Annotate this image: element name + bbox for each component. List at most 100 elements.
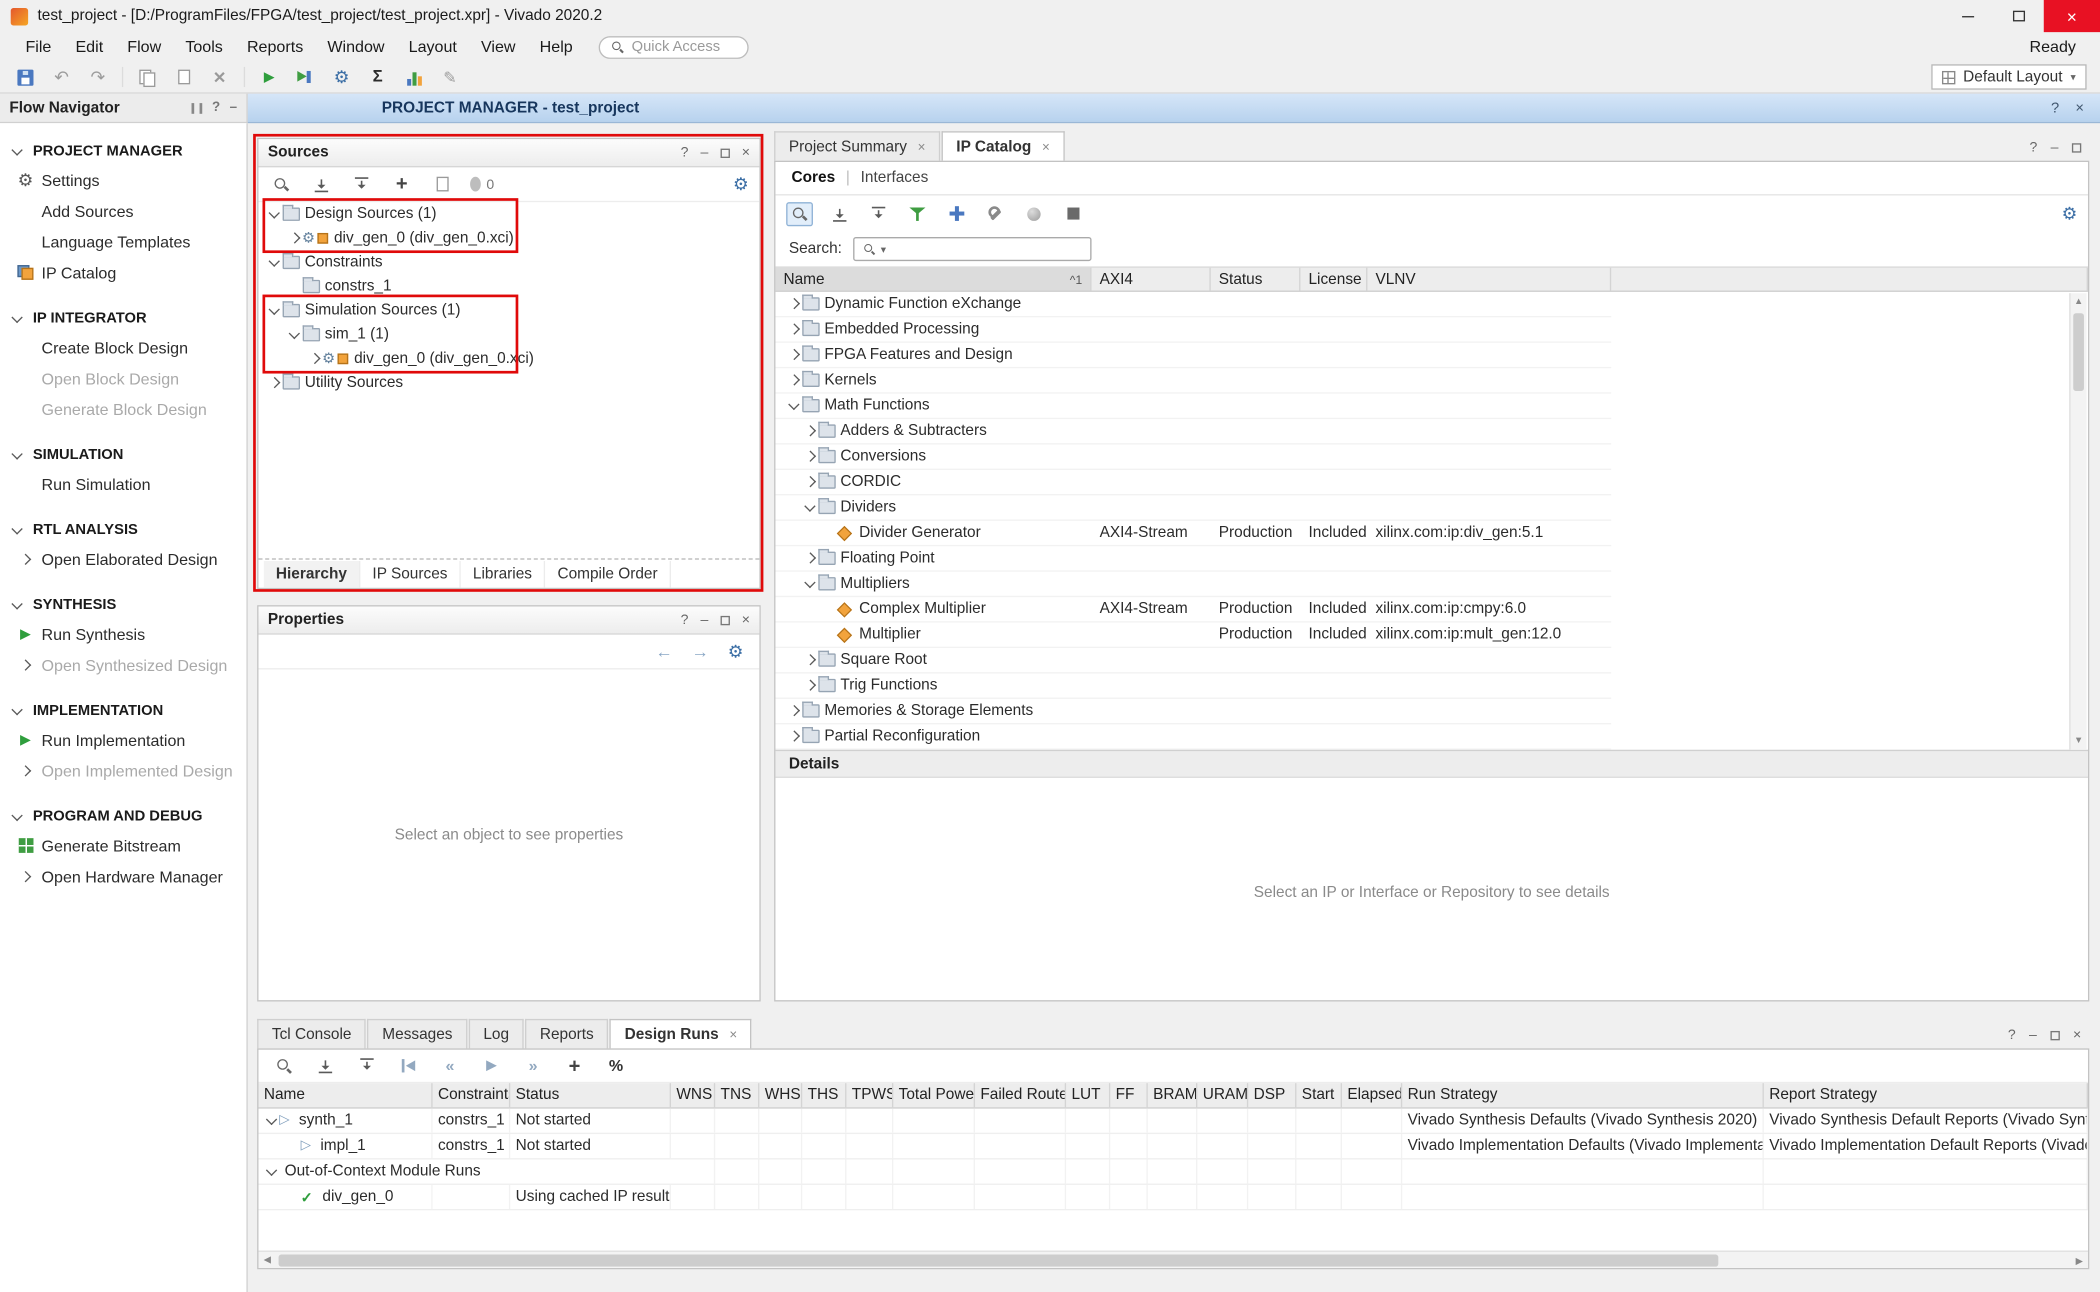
column-header-constraints[interactable]: Constraints bbox=[433, 1083, 511, 1107]
chevron-down-icon[interactable] bbox=[12, 704, 22, 714]
chevron-right-icon[interactable] bbox=[789, 706, 799, 716]
chevron-right-icon[interactable] bbox=[805, 451, 815, 461]
chevron-down-icon[interactable] bbox=[12, 523, 22, 533]
menu-file[interactable]: File bbox=[13, 32, 63, 61]
source-tree-item-div-gen-0[interactable]: ⚙div_gen_0 (div_gen_0.xci) bbox=[258, 347, 759, 371]
message-filter-button[interactable]: 0 bbox=[470, 172, 494, 196]
close-icon[interactable]: × bbox=[729, 1028, 737, 1043]
chevron-right-icon[interactable] bbox=[20, 871, 30, 881]
chevron-right-icon[interactable] bbox=[20, 660, 30, 670]
properties-doc-button[interactable] bbox=[430, 172, 454, 196]
design-run-row-synth-1[interactable]: ▷synth_1constrs_1Not startedVivado Synth… bbox=[258, 1109, 2087, 1134]
chevron-down-icon[interactable] bbox=[12, 598, 22, 608]
chevron-right-icon[interactable] bbox=[789, 299, 799, 309]
chevron-right-icon[interactable] bbox=[20, 554, 30, 564]
toggle-percentage-button[interactable]: % bbox=[604, 1054, 628, 1078]
chevron-down-icon[interactable] bbox=[269, 304, 279, 314]
bottom-tab-messages[interactable]: Messages bbox=[368, 1019, 468, 1050]
scroll-down-button[interactable]: ▼ bbox=[2071, 732, 2087, 749]
flow-item-add-sources[interactable]: Add Sources bbox=[0, 195, 246, 226]
column-header-tpws[interactable]: TPWS bbox=[846, 1083, 893, 1107]
expand-all-button[interactable] bbox=[350, 172, 374, 196]
menu-reports[interactable]: Reports bbox=[235, 32, 315, 61]
column-header-bram[interactable]: BRAM bbox=[1148, 1083, 1198, 1107]
source-tree-item-simulation-sources[interactable]: Simulation Sources (1) bbox=[258, 299, 759, 323]
redo-button[interactable]: ↷ bbox=[86, 65, 110, 89]
quick-access-search[interactable]: Quick Access bbox=[598, 35, 748, 58]
minimize-icon[interactable]: – bbox=[2029, 1027, 2037, 1043]
catalog-row-multiplier[interactable]: MultiplierProductionIncludedxilinx.com:i… bbox=[775, 623, 1611, 648]
save-button[interactable] bbox=[13, 65, 37, 89]
properties-settings-button[interactable]: ⚙ bbox=[728, 642, 744, 661]
chevron-right-icon[interactable] bbox=[20, 765, 30, 775]
flow-item-run-synthesis[interactable]: Run Synthesis bbox=[0, 619, 246, 650]
flow-item-generate-bitstream[interactable]: Generate Bitstream bbox=[0, 830, 246, 861]
forward-button[interactable]: → bbox=[692, 643, 709, 660]
flow-section-header[interactable]: SIMULATION bbox=[0, 440, 246, 468]
scroll-left-button[interactable]: ◀ bbox=[258, 1251, 275, 1268]
catalog-row-dividers[interactable]: Dividers bbox=[775, 495, 1611, 520]
menu-help[interactable]: Help bbox=[528, 32, 585, 61]
menu-window[interactable]: Window bbox=[315, 32, 396, 61]
catalog-row-math-functions[interactable]: Math Functions bbox=[775, 394, 1611, 419]
chevron-right-icon[interactable] bbox=[289, 233, 299, 243]
catalog-row-trig-functions[interactable]: Trig Functions bbox=[775, 673, 1611, 698]
search-button[interactable] bbox=[269, 172, 293, 196]
help-icon[interactable]: ? bbox=[681, 612, 689, 628]
menu-flow[interactable]: Flow bbox=[115, 32, 173, 61]
minimize-button[interactable] bbox=[1942, 0, 1993, 32]
catalog-row-embedded-processing[interactable]: Embedded Processing bbox=[775, 317, 1611, 342]
chevron-down-icon[interactable] bbox=[805, 501, 815, 511]
sources-settings-button[interactable]: ⚙ bbox=[733, 175, 749, 194]
bottom-tab-reports[interactable]: Reports bbox=[525, 1019, 608, 1050]
catalog-row-multipliers[interactable]: Multipliers bbox=[775, 572, 1611, 597]
column-header-wns[interactable]: WNS bbox=[671, 1083, 715, 1107]
close-icon[interactable]: × bbox=[2075, 100, 2084, 116]
collapse-all-button[interactable] bbox=[313, 1054, 337, 1078]
subtab-interfaces[interactable]: Interfaces bbox=[861, 170, 929, 186]
flow-item-open-implemented-design[interactable]: Open Implemented Design bbox=[0, 755, 246, 786]
copy-button[interactable] bbox=[135, 65, 159, 89]
paste-button[interactable] bbox=[171, 65, 195, 89]
close-icon[interactable]: × bbox=[742, 612, 750, 628]
column-header-ff[interactable]: FF bbox=[1110, 1083, 1148, 1107]
edit-button[interactable]: ✎ bbox=[438, 65, 462, 89]
design-run-row-impl-1[interactable]: ▷impl_1constrs_1Not startedVivado Implem… bbox=[258, 1134, 2087, 1159]
report-button[interactable] bbox=[402, 65, 426, 89]
catalog-row-memories-storage-elements[interactable]: Memories & Storage Elements bbox=[775, 699, 1611, 724]
flow-section-header[interactable]: RTL ANALYSIS bbox=[0, 515, 246, 543]
flow-item-create-block-design[interactable]: Create Block Design bbox=[0, 332, 246, 363]
help-icon[interactable]: ? bbox=[2051, 100, 2059, 116]
chevron-down-icon[interactable] bbox=[269, 256, 279, 266]
flow-section-header[interactable]: PROJECT MANAGER bbox=[0, 137, 246, 165]
source-tree-item-constraints[interactable]: Constraints bbox=[258, 250, 759, 274]
chevron-down-icon[interactable] bbox=[269, 208, 279, 218]
column-header-total-power[interactable]: Total Power bbox=[893, 1083, 975, 1107]
catalog-row-kernels[interactable]: Kernels bbox=[775, 368, 1611, 393]
catalog-row-adders-subtracters[interactable]: Adders & Subtracters bbox=[775, 419, 1611, 444]
settings-button[interactable]: ⚙ bbox=[329, 65, 353, 89]
column-header-axi4[interactable]: AXI4 bbox=[1092, 268, 1211, 291]
workspace-tab-project-summary[interactable]: Project Summary× bbox=[774, 131, 940, 162]
minimize-icon[interactable]: – bbox=[700, 145, 708, 161]
scroll-right-button[interactable]: ▶ bbox=[2071, 1252, 2088, 1269]
flow-item-ip-catalog[interactable]: IP Catalog bbox=[0, 257, 246, 288]
column-header-elapsed[interactable]: Elapsed bbox=[1342, 1083, 1402, 1107]
source-tree-item-div-gen-0[interactable]: ⚙div_gen_0 (div_gen_0.xci) bbox=[258, 226, 759, 250]
column-header-lut[interactable]: LUT bbox=[1066, 1083, 1110, 1107]
minimize-icon[interactable]: – bbox=[2051, 139, 2059, 155]
close-icon[interactable]: × bbox=[1042, 140, 1050, 155]
menu-layout[interactable]: Layout bbox=[397, 32, 469, 61]
chevron-right-icon[interactable] bbox=[789, 350, 799, 360]
chevron-right-icon[interactable] bbox=[805, 680, 815, 690]
expand-all-button[interactable] bbox=[355, 1054, 379, 1078]
column-header-tns[interactable]: TNS bbox=[715, 1083, 759, 1107]
back-button[interactable]: ← bbox=[655, 643, 672, 660]
add-sources-button[interactable]: + bbox=[390, 172, 414, 196]
close-icon[interactable]: × bbox=[742, 145, 750, 161]
help-icon[interactable]: ? bbox=[2008, 1027, 2016, 1043]
scrollbar-thumb[interactable] bbox=[279, 1255, 1719, 1267]
sources-tab-hierarchy[interactable]: Hierarchy bbox=[264, 560, 361, 587]
chevron-down-icon[interactable] bbox=[12, 810, 22, 820]
flow-item-generate-block-design[interactable]: Generate Block Design bbox=[0, 394, 246, 425]
